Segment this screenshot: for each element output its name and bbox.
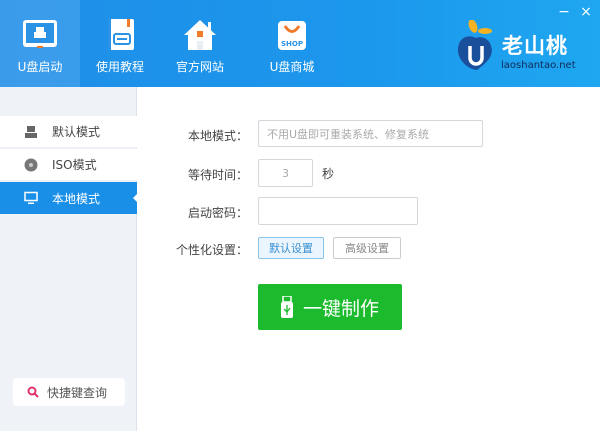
wait-time-input[interactable]: 3 bbox=[258, 159, 313, 187]
default-settings-button[interactable]: 默认设置 bbox=[258, 237, 324, 259]
nav-usb-boot[interactable]: U盘启动 bbox=[0, 0, 80, 87]
wait-label: 等待时间： bbox=[187, 168, 248, 182]
sidebar-item-local-mode[interactable]: 本地模式 bbox=[0, 182, 138, 214]
nav-shop[interactable]: SHOP U盘商城 bbox=[252, 0, 332, 87]
nav-official-site[interactable]: 官方网站 bbox=[160, 0, 240, 87]
wait-unit: 秒 bbox=[322, 167, 335, 181]
sidebar-item-label: ISO模式 bbox=[52, 158, 97, 172]
mode-label: 本地模式： bbox=[187, 129, 248, 143]
search-icon bbox=[27, 386, 39, 398]
svg-text:SHOP: SHOP bbox=[281, 40, 303, 48]
header: U盘启动 使用教程 官方网站 SHOP U盘商城 − × 老山桃 laoshan… bbox=[0, 0, 600, 87]
close-button[interactable]: × bbox=[578, 4, 594, 20]
hotkey-query-button[interactable]: 快捷键查询 bbox=[13, 378, 125, 406]
nav-label: U盘商城 bbox=[269, 60, 315, 74]
make-button[interactable]: 一键制作 bbox=[258, 284, 402, 330]
nav-label: U盘启动 bbox=[17, 60, 63, 74]
peach-logo-icon bbox=[457, 20, 492, 70]
monitor-icon bbox=[24, 191, 38, 204]
disc-icon bbox=[24, 158, 38, 171]
logo-url: laoshantao.net bbox=[501, 60, 576, 71]
sidebar-item-iso-mode[interactable]: ISO模式 bbox=[0, 149, 137, 181]
mode-input[interactable]: 不用U盘即可重装系统、修复系统 bbox=[258, 120, 483, 147]
sidebar-item-label: 本地模式 bbox=[52, 191, 101, 206]
usb-drive-icon bbox=[25, 125, 37, 138]
logo-name: 老山桃 bbox=[502, 34, 568, 58]
usb-icon bbox=[280, 296, 293, 318]
personal-label: 个性化设置： bbox=[175, 243, 248, 257]
nav-label: 使用教程 bbox=[95, 60, 144, 74]
password-input[interactable] bbox=[258, 197, 418, 225]
logo: 老山桃 laoshantao.net bbox=[455, 20, 595, 80]
nav-label: 官方网站 bbox=[175, 60, 224, 74]
book-icon bbox=[108, 19, 134, 50]
sidebar-item-default-mode[interactable]: 默认模式 bbox=[0, 116, 137, 148]
advanced-settings-button[interactable]: 高级设置 bbox=[333, 237, 401, 259]
hotkey-label: 快捷键查询 bbox=[47, 385, 108, 400]
make-label: 一键制作 bbox=[302, 297, 379, 320]
minimize-button[interactable]: − bbox=[556, 4, 572, 20]
house-icon bbox=[184, 20, 216, 50]
nav-tutorial[interactable]: 使用教程 bbox=[80, 0, 160, 87]
shop-bag-icon: SHOP bbox=[278, 21, 306, 50]
sidebar-item-label: 默认模式 bbox=[52, 125, 101, 139]
monitor-icon bbox=[23, 20, 57, 48]
password-label: 启动密码： bbox=[187, 206, 248, 220]
